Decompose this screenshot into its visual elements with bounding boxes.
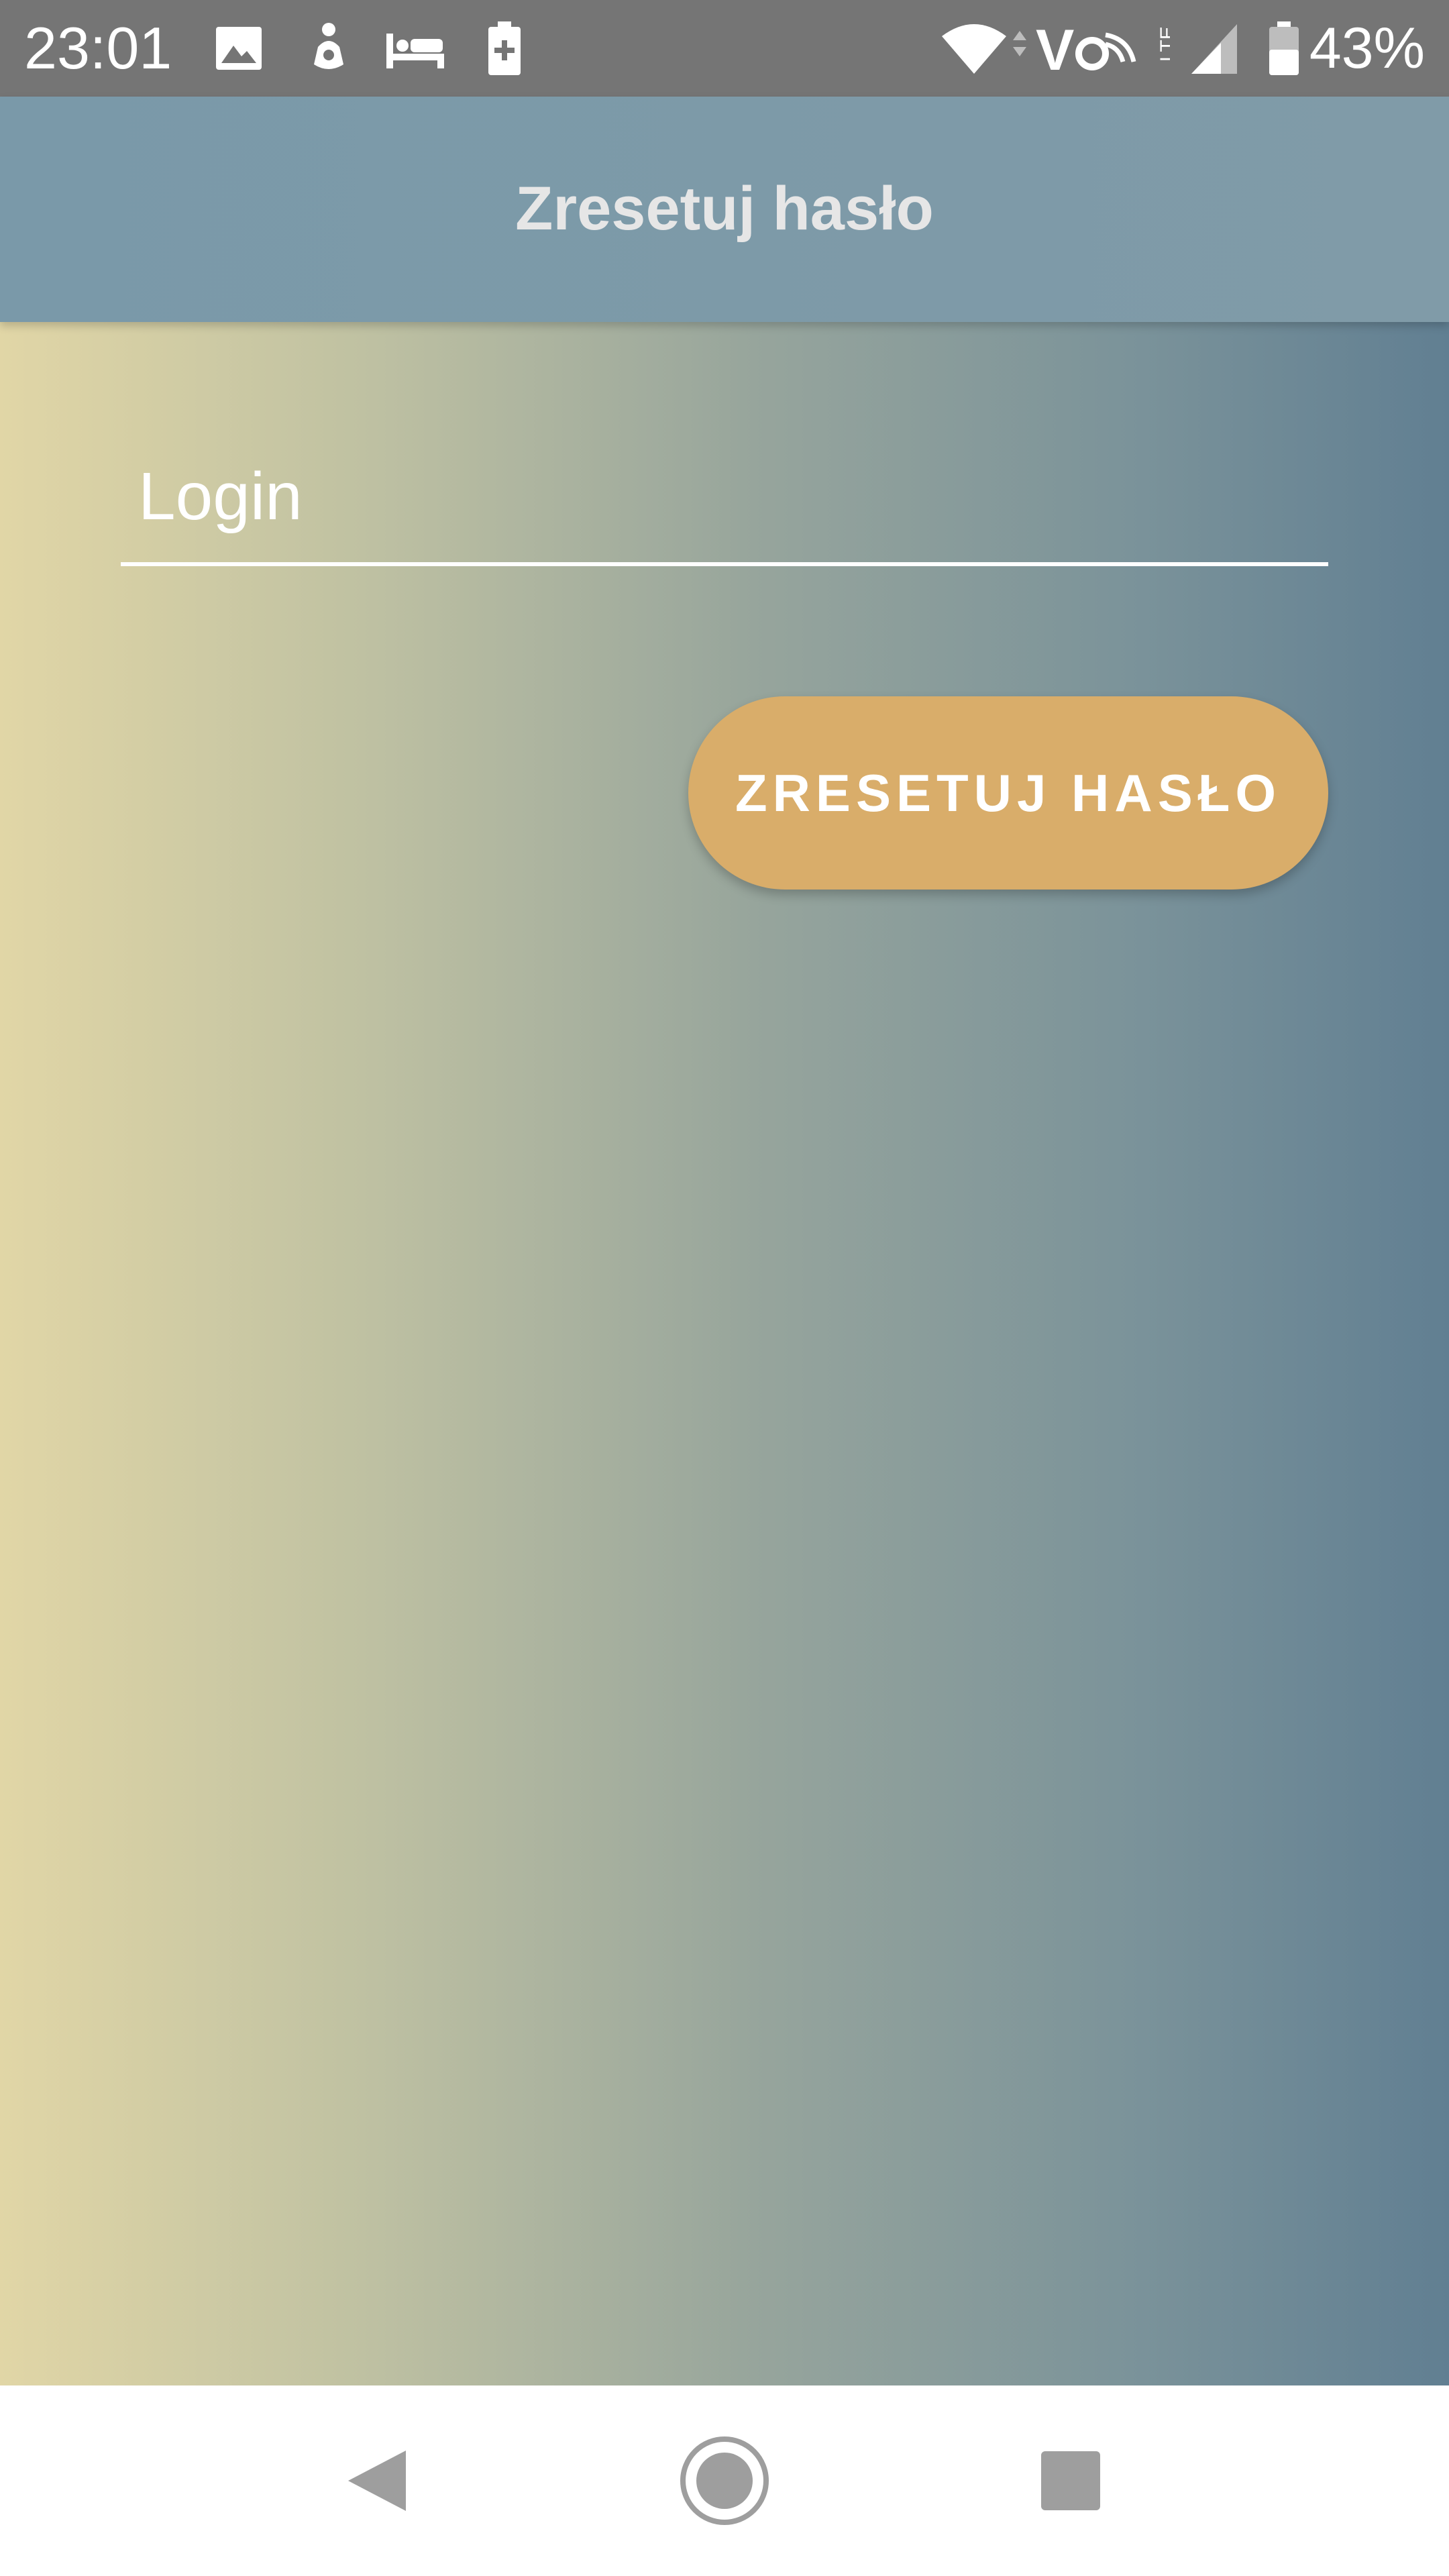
reset-password-form: ZRESETUJ HASŁO [0, 322, 1449, 2385]
screen: 23:01 V LTE 43% Zresetuj hasło Login ZRE… [0, 0, 1449, 2576]
back-icon[interactable] [322, 2427, 429, 2534]
battery-icon [1265, 20, 1303, 76]
battery-plus-icon [483, 20, 526, 76]
reset-password-button[interactable]: ZRESETUJ HASŁO [688, 696, 1328, 890]
navigation-bar [0, 2385, 1449, 2576]
svg-text:LTE: LTE [1157, 26, 1170, 62]
page-title: Zresetuj hasło [515, 174, 934, 243]
image-icon [213, 20, 264, 76]
app-bar: Zresetuj hasło [0, 97, 1449, 322]
recents-icon[interactable] [1017, 2427, 1124, 2534]
home-icon[interactable] [671, 2427, 778, 2534]
person-icon [303, 20, 354, 76]
signal-icon [1189, 20, 1240, 76]
login-underline [121, 562, 1328, 566]
wifi-icon [939, 20, 1026, 76]
status-bar: 23:01 V LTE 43% [0, 0, 1449, 97]
status-time: 23:01 [24, 15, 172, 81]
battery-percent: 43% [1309, 16, 1425, 80]
svg-text:V: V [1036, 20, 1074, 76]
bed-icon [384, 20, 448, 76]
login-field [121, 429, 1328, 569]
volte-icon: V LTE [1036, 18, 1179, 83]
login-input[interactable] [121, 429, 1328, 564]
